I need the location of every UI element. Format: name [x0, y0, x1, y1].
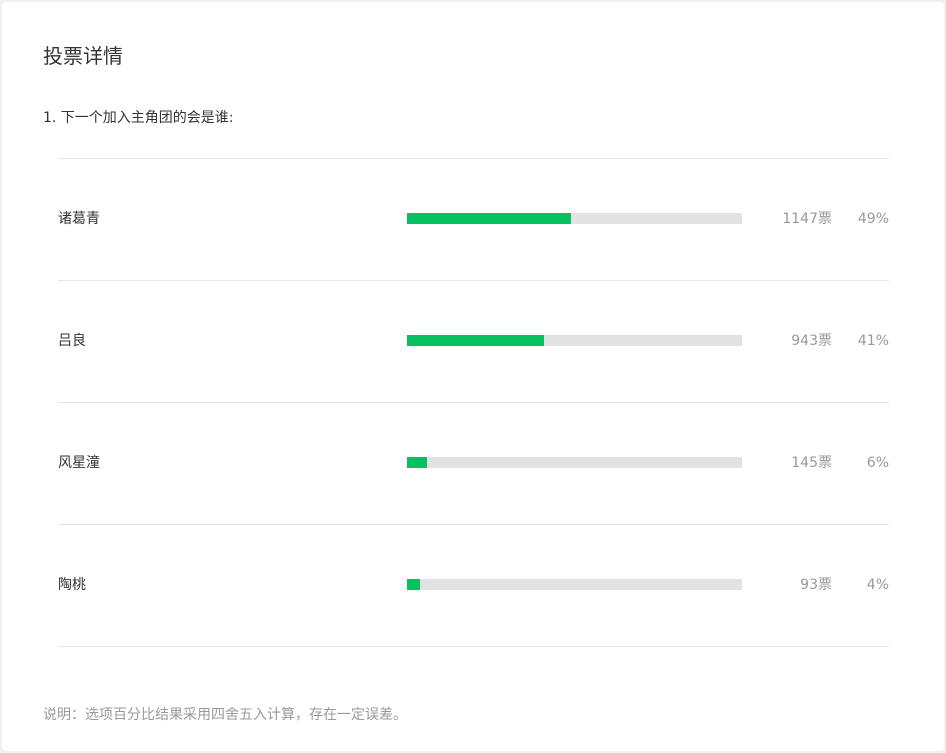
vote-progress-bar [407, 335, 742, 346]
option-row-1: 吕良 943票 41% [58, 281, 889, 403]
vote-count: 93票 [800, 577, 832, 593]
vote-count: 1147票 [782, 211, 832, 227]
page-title: 投票详情 [43, 44, 123, 68]
option-name: 吕良 [58, 333, 86, 349]
option-name: 风星潼 [58, 455, 100, 471]
vote-percent: 4% [866, 577, 889, 593]
option-name: 陶桃 [58, 577, 86, 593]
option-row-3: 陶桃 93票 4% [58, 525, 889, 647]
vote-progress-bar [407, 213, 742, 224]
vote-progress-bar [407, 457, 742, 468]
vote-percent: 6% [866, 455, 889, 471]
vote-detail-card: 投票详情 1. 下一个加入主角团的会是谁: 诸葛青 1147票 49% 吕良 9… [2, 2, 944, 751]
vote-percent: 49% [857, 211, 889, 227]
vote-progress-bar [407, 579, 742, 590]
option-name: 诸葛青 [58, 211, 100, 227]
vote-progress-fill [407, 213, 572, 224]
vote-progress-fill [407, 335, 545, 346]
rounding-note: 说明：选项百分比结果采用四舍五入计算，存在一定误差。 [43, 707, 407, 723]
vote-count: 145票 [791, 455, 832, 471]
option-list: 诸葛青 1147票 49% 吕良 943票 41% 风星潼 145票 6% 陶桃 [58, 158, 889, 647]
question-text: 1. 下一个加入主角团的会是谁: [43, 110, 234, 126]
option-row-2: 风星潼 145票 6% [58, 403, 889, 525]
vote-percent: 41% [857, 333, 889, 349]
vote-progress-fill [407, 579, 421, 590]
vote-progress-fill [407, 457, 428, 468]
option-row-0: 诸葛青 1147票 49% [58, 159, 889, 281]
vote-count: 943票 [791, 333, 832, 349]
